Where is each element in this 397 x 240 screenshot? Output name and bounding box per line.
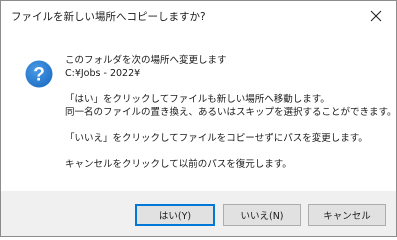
dialog-title: ファイルを新しい場所へコピーしますか? <box>11 11 206 23</box>
svg-text:?: ? <box>33 65 45 86</box>
copy-confirm-dialog: ファイルを新しい場所へコピーしますか? ? このフォルダを次の場所へ変更します <box>0 0 397 237</box>
message-line-3: 「はい」をクリックしてファイルも新しい場所へ移動します。 <box>65 94 330 105</box>
close-icon <box>370 10 382 22</box>
message-line-1: このフォルダを次の場所へ変更します <box>65 55 227 66</box>
target-path: C:¥Jobs - 2022¥ <box>65 68 141 79</box>
message-line-5: 「いいえ」をクリックしてファイルをコピーせずにパスを変更します。 <box>65 133 368 144</box>
dialog-content: ? このフォルダを次の場所へ変更します C:¥Jobs - 2022¥ 「はい」… <box>1 31 397 191</box>
message-line-6: キャンセルをクリックして以前のパスを復元します。 <box>65 159 292 170</box>
close-button[interactable] <box>356 1 396 31</box>
title-bar: ファイルを新しい場所へコピーしますか? <box>1 1 396 31</box>
no-button[interactable]: いいえ(N) <box>223 204 301 226</box>
yes-button[interactable]: はい(Y) <box>135 204 215 226</box>
cancel-button[interactable]: キャンセル <box>308 204 386 226</box>
question-icon: ? <box>25 60 53 88</box>
message-line-4: 同一名のファイルの置き換え、あるいはスキップを選択することができます。 <box>65 107 397 118</box>
button-bar: はい(Y) いいえ(N) キャンセル <box>1 191 396 236</box>
